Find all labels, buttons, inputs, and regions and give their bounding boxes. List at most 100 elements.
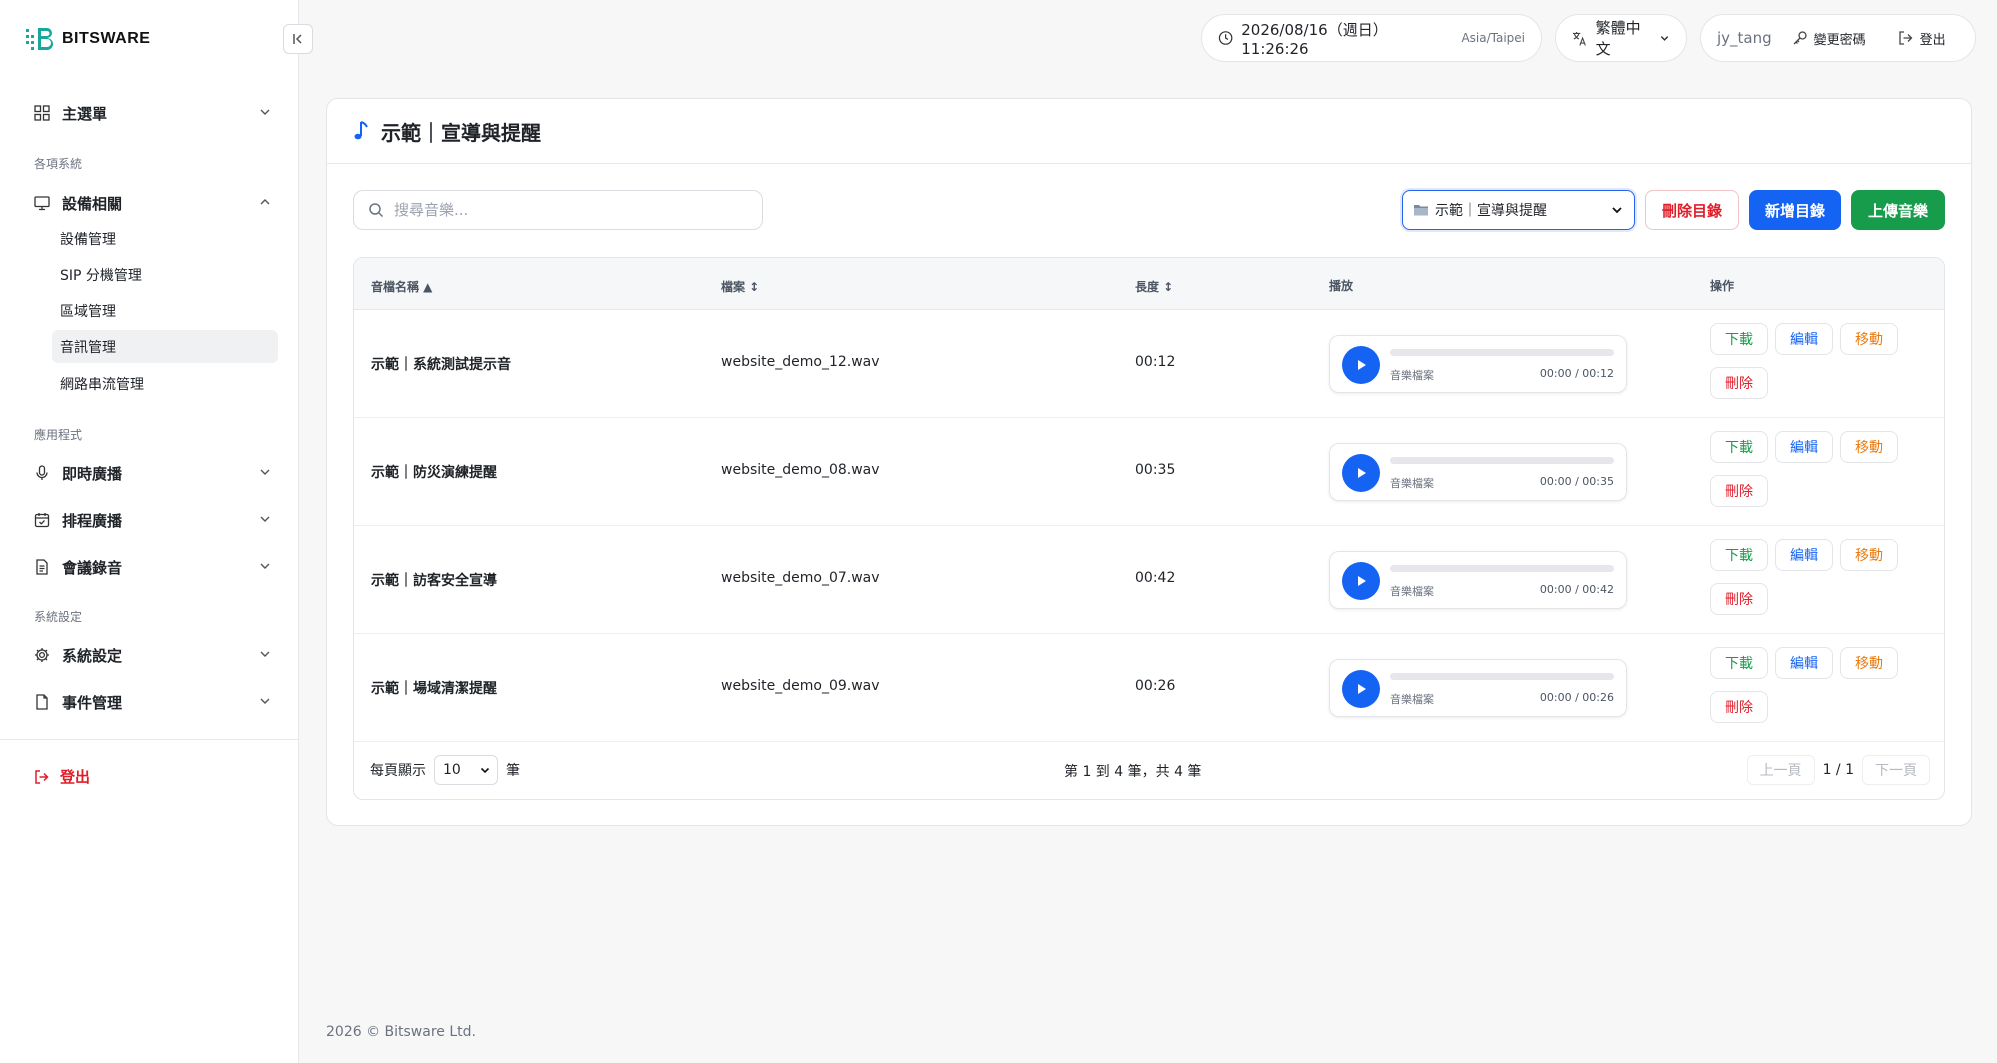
column-header-file[interactable]: 檔案 ↕: [721, 278, 759, 295]
player-time: 00:00 / 00:12: [1539, 367, 1614, 380]
sidebar-item-label: 排程廣播: [62, 511, 123, 530]
chevron-down-icon: [1660, 36, 1669, 41]
column-header-actions: 操作: [1710, 279, 1735, 293]
delete-button[interactable]: 刪除: [1710, 367, 1768, 399]
page-title: 示範｜宣導與提醒: [381, 120, 541, 145]
collapse-sidebar-button[interactable]: [283, 24, 313, 54]
edit-button[interactable]: 編輯: [1775, 539, 1833, 571]
play-icon: [1358, 360, 1366, 370]
download-button[interactable]: 下載: [1710, 431, 1768, 463]
player-label: 音樂檔案: [1390, 477, 1434, 490]
sidebar-item-label: 設備相關: [62, 194, 123, 213]
edit-button[interactable]: 編輯: [1775, 647, 1833, 679]
sidebar-item-system-settings[interactable]: 系統設定: [32, 638, 272, 672]
download-button[interactable]: 下載: [1710, 539, 1768, 571]
card-header: 示範｜宣導與提醒: [327, 99, 1971, 164]
sidebar-subitem-device-management[interactable]: 設備管理: [52, 222, 278, 255]
sidebar-subitem-sip-extension[interactable]: SIP 分機管理: [52, 258, 278, 291]
cell-length: 00:35: [1135, 462, 1176, 478]
calendar-icon: [32, 512, 52, 528]
next-page-button[interactable]: 下一頁: [1862, 755, 1930, 785]
sidebar-item-event-management[interactable]: 事件管理: [32, 685, 272, 719]
delete-button[interactable]: 刪除: [1710, 691, 1768, 723]
edit-button[interactable]: 編輯: [1775, 431, 1833, 463]
edit-button[interactable]: 編輯: [1775, 323, 1833, 355]
new-directory-button[interactable]: 新增目錄: [1749, 190, 1841, 230]
cell-audio-name: 示範｜訪客安全宣導: [371, 573, 497, 589]
prev-page-button[interactable]: 上一頁: [1746, 755, 1815, 785]
change-password-label: 變更密碼: [1813, 32, 1866, 48]
per-page-select[interactable]: 10: [434, 755, 498, 785]
username: jy_tang: [1717, 29, 1772, 47]
sidebar-item-label: 系統設定: [62, 646, 123, 665]
play-button[interactable]: [1342, 454, 1380, 492]
download-button[interactable]: 下載: [1710, 647, 1768, 679]
bitsware-logo-icon: [26, 26, 56, 52]
sidebar-item-devices[interactable]: 設備相關: [32, 186, 272, 220]
progress-track[interactable]: [1390, 457, 1614, 464]
column-header-name[interactable]: 音檔名稱 ▲: [371, 278, 432, 295]
delete-directory-button[interactable]: 刪除目錄: [1645, 190, 1739, 230]
sidebar-item-meeting-recording[interactable]: 會議錄音: [32, 550, 272, 584]
folder-select[interactable]: 示範｜宣導與提醒: [1402, 190, 1635, 230]
player-time: 00:00 / 00:42: [1539, 583, 1614, 596]
folder-icon: [1414, 205, 1428, 216]
logout-icon: [35, 769, 49, 784]
play-button[interactable]: [1342, 562, 1380, 600]
logout-icon: [1899, 31, 1913, 45]
cell-audio-name: 示範｜場域清潔提醒: [371, 681, 497, 697]
move-button[interactable]: 移動: [1840, 539, 1898, 571]
sidebar-item-scheduled-broadcast[interactable]: 排程廣播: [32, 503, 272, 537]
player-label: 音樂檔案: [1390, 693, 1434, 706]
play-button[interactable]: [1342, 346, 1380, 384]
music-note-icon: [354, 121, 368, 140]
per-page-control: 每頁顯示 10 筆: [370, 755, 520, 785]
document-icon: [32, 559, 52, 575]
search-icon: [369, 203, 384, 218]
logout-button[interactable]: 登出: [1898, 29, 1946, 48]
language-switcher[interactable]: 繁體中文: [1555, 14, 1687, 62]
sidebar-item-main-menu[interactable]: 主選單: [32, 96, 272, 130]
delete-button[interactable]: 刪除: [1710, 583, 1768, 615]
column-header-length[interactable]: 長度 ↕: [1135, 278, 1173, 295]
brand-logo[interactable]: BITSWARE: [26, 26, 150, 52]
audio-player: 音樂檔案 00:00 / 00:12: [1329, 335, 1627, 393]
audio-player: 音樂檔案 00:00 / 00:42: [1329, 551, 1627, 609]
gear-icon: [32, 647, 52, 663]
move-button[interactable]: 移動: [1840, 323, 1898, 355]
move-button[interactable]: 移動: [1840, 647, 1898, 679]
pagination: 上一頁 1 / 1 下一頁: [1746, 755, 1930, 785]
sidebar-subitem-network-stream[interactable]: 網路串流管理: [52, 367, 278, 400]
download-button[interactable]: 下載: [1710, 323, 1768, 355]
chevron-down-icon: [260, 109, 270, 115]
move-button[interactable]: 移動: [1840, 431, 1898, 463]
sidebar-subitem-audio-management[interactable]: 音訊管理: [52, 330, 278, 363]
monitor-icon: [32, 195, 52, 211]
sidebar-logout-button[interactable]: 登出: [34, 766, 90, 787]
progress-track[interactable]: [1390, 673, 1614, 680]
sidebar: BITSWARE 主選單 各項系統 設備相關 設備管理 SIP 分機管理 區域管…: [0, 0, 313, 1063]
language-label: 繁體中文: [1595, 19, 1641, 58]
chevron-down-icon: [260, 469, 270, 475]
collapse-left-icon: [293, 34, 302, 44]
cell-audio-name: 示範｜防災演練提醒: [371, 465, 497, 481]
cell-file-name: website_demo_08.wav: [721, 462, 880, 478]
cell-length: 00:42: [1135, 570, 1176, 586]
play-button[interactable]: [1342, 670, 1380, 708]
cell-file-name: website_demo_12.wav: [721, 354, 880, 370]
sidebar-item-label: 即時廣播: [62, 464, 123, 483]
progress-track[interactable]: [1390, 565, 1614, 572]
sidebar-item-label: 事件管理: [62, 693, 123, 712]
chevron-down-icon: [480, 767, 490, 774]
upload-music-button[interactable]: 上傳音樂: [1851, 190, 1945, 230]
audio-player: 音樂檔案 00:00 / 00:35: [1329, 443, 1627, 501]
change-password-button[interactable]: 變更密碼: [1792, 29, 1866, 48]
search-input[interactable]: [394, 201, 734, 219]
sidebar-subitem-zone-management[interactable]: 區域管理: [52, 294, 278, 327]
column-header-play: 播放: [1329, 279, 1354, 293]
sidebar-item-label: 主選單: [62, 104, 108, 123]
progress-track[interactable]: [1390, 349, 1614, 356]
sidebar-item-live-broadcast[interactable]: 即時廣播: [32, 456, 272, 490]
delete-button[interactable]: 刪除: [1710, 475, 1768, 507]
microphone-icon: [32, 465, 52, 481]
